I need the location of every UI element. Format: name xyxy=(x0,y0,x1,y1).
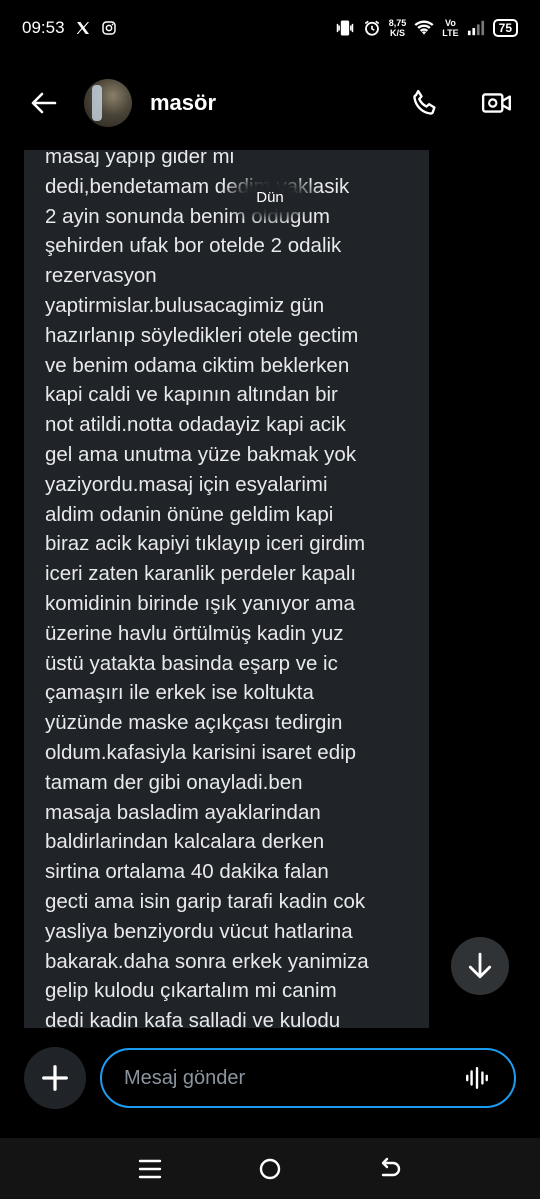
message-line: yüzünde maske açıkçası tedirgin xyxy=(45,711,343,735)
header-actions xyxy=(408,86,514,120)
message-line: ve benim odama ciktim beklerken xyxy=(45,353,350,377)
status-right: 8,75 K/S Vo LTE 75 xyxy=(335,18,518,38)
system-nav-bar xyxy=(0,1138,540,1199)
message-line: şehirden ufak bor otelde 2 odalik xyxy=(45,234,342,258)
back-arrow-icon xyxy=(31,92,57,114)
date-separator: Dün xyxy=(222,172,318,223)
voice-waveform-icon xyxy=(466,1067,488,1089)
signal-icon xyxy=(467,20,485,36)
voice-call-button[interactable] xyxy=(408,86,442,120)
message-line: dedi kadin kafa salladi ve kulodu xyxy=(45,1009,341,1028)
avatar[interactable] xyxy=(84,79,132,127)
status-bar: 09:53 8,75 K/S Vo LTE 75 xyxy=(0,0,540,56)
message-bubble[interactable]: masaj yapıp gider mi dedi,bendetamam ded… xyxy=(24,150,429,1028)
message-line: oldum.kafasiyla karisini isaret edip xyxy=(45,740,357,764)
network-type: Vo LTE xyxy=(442,18,458,38)
video-call-button[interactable] xyxy=(480,86,514,120)
message-line: üstü yatakta basinda eşarp ve ic xyxy=(45,651,338,675)
voice-message-button[interactable] xyxy=(462,1063,492,1093)
message-composer xyxy=(0,1040,540,1116)
menu-icon xyxy=(138,1159,162,1178)
message-line: baldirlarindan kalcalara derken xyxy=(45,830,325,854)
message-line: yasliya benziyordu vücut hatlarina xyxy=(45,919,353,943)
message-line: yaziyordu.masaj için esyalarimi xyxy=(45,472,328,496)
message-line: gelip kulodu çıkartalım mi canim xyxy=(45,979,337,1003)
message-line: gel ama unutma yüze bakmak yok xyxy=(45,442,357,466)
net-speed-value: 8,75 xyxy=(388,18,407,28)
message-line: çamaşırı ile erkek ise koltukta xyxy=(45,681,314,705)
back-nav-button[interactable] xyxy=(370,1149,410,1189)
battery-indicator: 75 xyxy=(492,19,518,37)
message-line: kapi caldi ve kapının altından bir xyxy=(45,383,338,407)
home-button[interactable] xyxy=(250,1149,290,1189)
message-line: yaptirmislar.bulusacagimiz gün xyxy=(45,293,325,317)
network-line1: Vo xyxy=(445,18,456,28)
message-line: sirtina ortalama 40 dakika falan xyxy=(45,860,329,884)
phone-icon xyxy=(413,89,436,115)
home-circle-icon xyxy=(259,1158,281,1179)
wifi-icon xyxy=(414,20,434,36)
conversation-header: masör xyxy=(0,70,540,136)
message-line: masaja basladim ayaklarindan xyxy=(45,800,321,824)
arrow-down-icon xyxy=(468,952,492,979)
status-left: 09:53 xyxy=(22,18,117,38)
message-line: rezervasyon xyxy=(45,264,157,288)
video-call-icon xyxy=(481,93,511,113)
message-line: bakarak.daha sonra erkek yanimiza xyxy=(45,949,369,973)
recents-button[interactable] xyxy=(130,1149,170,1189)
contact-name[interactable]: masör xyxy=(150,90,216,116)
status-time: 09:53 xyxy=(22,18,65,37)
message-input-container[interactable] xyxy=(100,1048,516,1108)
message-line: gecti ama isin garip tarafi kadin cok xyxy=(45,889,366,913)
x-logo-icon xyxy=(75,20,91,36)
network-line2: LTE xyxy=(442,28,459,38)
instagram-icon xyxy=(101,20,117,36)
message-line: hazırlanıp söyledikleri otele gectim xyxy=(45,323,359,347)
message-line: tamam der gibi onayladi.ben xyxy=(45,770,303,794)
message-line: biraz acik kapiyi tıklayıp iceri girdim xyxy=(45,532,366,556)
chat-area[interactable]: masaj yapıp gider mi dedi,bendetamam ded… xyxy=(0,150,540,1028)
net-speed: 8,75 K/S xyxy=(389,18,407,38)
message-line: iceri zaten karanlik perdeler kapalı xyxy=(45,562,357,586)
message-input[interactable] xyxy=(124,1066,462,1090)
scroll-to-bottom-button[interactable] xyxy=(451,937,509,995)
back-button[interactable] xyxy=(26,86,60,120)
add-attachment-button[interactable] xyxy=(24,1047,86,1109)
alarm-icon xyxy=(363,19,381,37)
vibrate-icon xyxy=(335,19,355,37)
message-line: aldim odanin önüne geldim kapi xyxy=(45,502,334,526)
back-gesture-icon xyxy=(381,1157,401,1176)
message-line: not atildi.notta odadayiz kapi acik xyxy=(45,413,346,437)
message-line: komidinin birinde ışık yanıyor ama xyxy=(45,591,355,615)
message-line: masaj yapıp gider mi xyxy=(45,150,235,168)
net-speed-unit: K/S xyxy=(390,28,406,38)
plus-icon xyxy=(42,1065,68,1091)
message-line: üzerine havlu örtülmüş kadin yuz xyxy=(45,621,344,645)
